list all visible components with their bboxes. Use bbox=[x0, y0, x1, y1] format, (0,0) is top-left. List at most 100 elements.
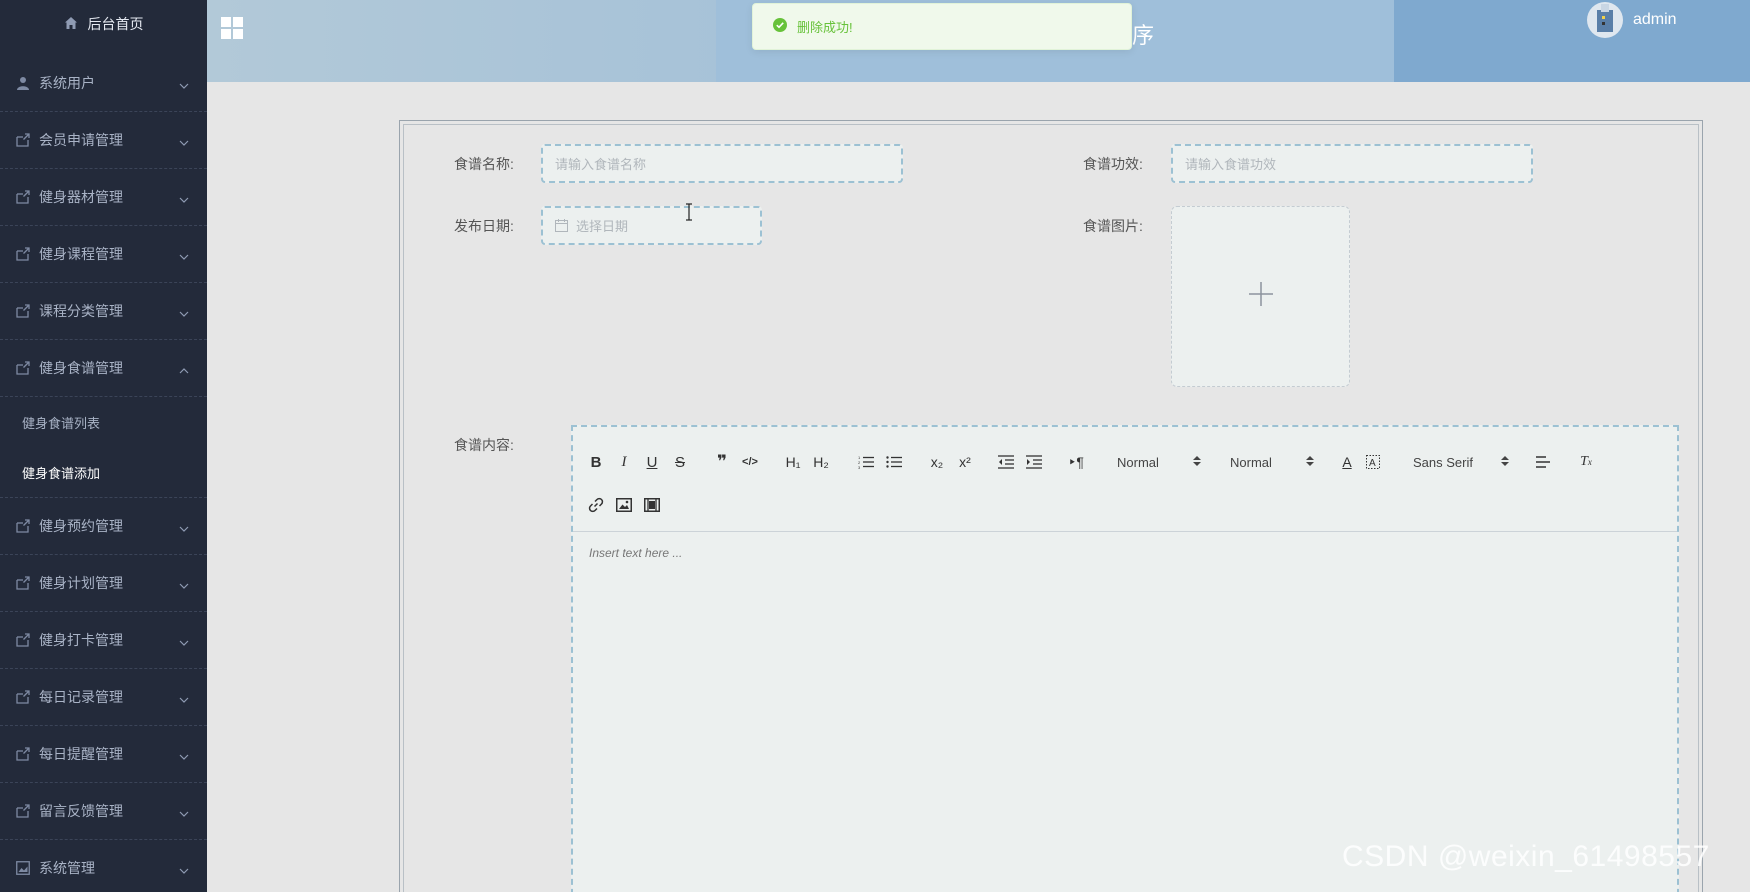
sidebar-home-label: 后台首页 bbox=[87, 16, 144, 32]
sidebar-item[interactable]: 每日提醒管理 bbox=[0, 726, 207, 783]
menu-toggle-icon[interactable] bbox=[221, 17, 243, 39]
chevron-down-icon bbox=[179, 578, 189, 589]
user-icon bbox=[16, 76, 30, 90]
sidebar-subitem-recipe-list[interactable]: 健身食谱列表 bbox=[0, 397, 207, 447]
folder-icon bbox=[16, 361, 30, 375]
sidebar-item[interactable]: 健身器材管理 bbox=[0, 169, 207, 226]
sidebar-item-label: 会员申请管理 bbox=[39, 132, 123, 148]
code-icon[interactable]: </> bbox=[741, 451, 759, 473]
submenu-recipe: 健身食谱列表 健身食谱添加 bbox=[0, 397, 207, 498]
text-direction-icon[interactable]: ‣¶ bbox=[1067, 451, 1085, 473]
user-name[interactable]: admin bbox=[1633, 11, 1677, 29]
editor-content-area[interactable]: Insert text here ... bbox=[573, 532, 1677, 574]
sidebar-item-label: 健身打卡管理 bbox=[39, 632, 123, 648]
check-circle-icon bbox=[773, 18, 787, 35]
subitem-label: 健身食谱列表 bbox=[22, 415, 101, 431]
sidebar-item-label: 每日记录管理 bbox=[39, 689, 123, 705]
success-toast: 删除成功! bbox=[752, 3, 1132, 50]
recipe-name-placeholder: 请输入食谱名称 bbox=[555, 157, 647, 172]
calendar-icon bbox=[555, 219, 568, 232]
indent-icon[interactable] bbox=[1025, 451, 1043, 473]
sidebar-home[interactable]: 后台首页 bbox=[0, 0, 207, 48]
ordered-list-icon[interactable]: 123 bbox=[857, 451, 875, 473]
bold-icon[interactable]: B bbox=[587, 451, 605, 473]
date-label: 发布日期: bbox=[454, 218, 514, 234]
font-select[interactable]: Sans Serif bbox=[1413, 451, 1509, 473]
sidebar-subitem-recipe-add[interactable]: 健身食谱添加 bbox=[0, 447, 207, 497]
sidebar-item-label: 健身课程管理 bbox=[39, 246, 123, 262]
svg-text:A: A bbox=[1369, 458, 1376, 469]
italic-icon[interactable]: I bbox=[615, 451, 633, 473]
sidebar-item-label: 健身预约管理 bbox=[39, 518, 123, 534]
sidebar: 后台首页 系统用户 会员申请管理 健身器材管理 健身课程管理 课程分类管理 健身食谱管理 … bbox=[0, 0, 207, 892]
chevron-down-icon bbox=[179, 78, 189, 89]
background-color-icon[interactable]: A bbox=[1364, 451, 1382, 473]
blockquote-icon[interactable]: ❞ bbox=[713, 451, 731, 473]
sidebar-item[interactable]: 健身预约管理 bbox=[0, 498, 207, 555]
content-label: 食谱内容: bbox=[454, 437, 514, 453]
name-label: 食谱名称: bbox=[454, 156, 514, 172]
clear-format-icon[interactable]: Tx bbox=[1577, 451, 1595, 473]
sidebar-item-label: 系统管理 bbox=[39, 860, 95, 876]
h1-icon[interactable]: H₁ bbox=[783, 451, 803, 473]
avatar[interactable] bbox=[1587, 2, 1623, 38]
sidebar-item[interactable]: 留言反馈管理 bbox=[0, 783, 207, 840]
chevron-up-icon bbox=[179, 363, 189, 374]
image-label: 食谱图片: bbox=[1083, 218, 1143, 234]
watermark: CSDN @weixin_61498557 bbox=[1342, 840, 1710, 873]
link-icon[interactable] bbox=[587, 494, 605, 516]
folder-icon bbox=[16, 304, 30, 318]
plus-icon bbox=[1248, 281, 1274, 312]
recipe-name-input[interactable]: 请输入食谱名称 bbox=[541, 144, 903, 183]
image-insert-icon[interactable] bbox=[615, 494, 633, 516]
header-select[interactable]: Normal bbox=[1117, 451, 1201, 473]
header-select-value: Normal bbox=[1117, 454, 1159, 470]
svg-text:3: 3 bbox=[858, 465, 861, 469]
sidebar-item[interactable]: 会员申请管理 bbox=[0, 112, 207, 169]
chevron-down-icon bbox=[179, 135, 189, 146]
align-icon[interactable] bbox=[1535, 451, 1553, 473]
chevron-down-icon bbox=[179, 749, 189, 760]
superscript-icon[interactable]: x² bbox=[955, 451, 975, 473]
size-select[interactable]: Normal bbox=[1230, 451, 1314, 473]
publish-date-picker[interactable]: 选择日期 bbox=[541, 206, 762, 245]
video-insert-icon[interactable] bbox=[643, 494, 661, 516]
folder-icon bbox=[16, 576, 30, 590]
sidebar-item[interactable]: 健身计划管理 bbox=[0, 555, 207, 612]
sidebar-item[interactable]: 健身食谱管理 bbox=[0, 340, 207, 397]
sidebar-item-label: 课程分类管理 bbox=[39, 303, 123, 319]
folder-icon bbox=[16, 690, 30, 704]
chevron-down-icon bbox=[179, 192, 189, 203]
text-color-icon[interactable]: A bbox=[1338, 451, 1356, 473]
chevron-down-icon bbox=[179, 635, 189, 646]
font-select-value: Sans Serif bbox=[1413, 454, 1473, 470]
folder-icon bbox=[16, 804, 30, 818]
image-upload-box[interactable] bbox=[1171, 206, 1350, 387]
folder-icon bbox=[16, 190, 30, 204]
header-band-right bbox=[1394, 0, 1750, 82]
bullet-list-icon[interactable] bbox=[885, 451, 903, 473]
recipe-effect-input[interactable]: 请输入食谱功效 bbox=[1171, 144, 1533, 183]
select-arrows-icon bbox=[1193, 455, 1201, 470]
sidebar-item-label: 健身计划管理 bbox=[39, 575, 123, 591]
image-icon bbox=[16, 861, 30, 875]
h2-icon[interactable]: H₂ bbox=[811, 451, 831, 473]
folder-icon bbox=[16, 247, 30, 261]
folder-icon bbox=[16, 519, 30, 533]
strike-icon[interactable]: S bbox=[671, 451, 689, 473]
sidebar-item[interactable]: 每日记录管理 bbox=[0, 669, 207, 726]
sidebar-item[interactable]: 课程分类管理 bbox=[0, 283, 207, 340]
chevron-down-icon bbox=[179, 692, 189, 703]
recipe-effect-placeholder: 请输入食谱功效 bbox=[1185, 157, 1277, 172]
sidebar-item[interactable]: 系统用户 bbox=[0, 55, 207, 112]
editor-placeholder: Insert text here ... bbox=[589, 546, 683, 560]
sidebar-item[interactable]: 健身课程管理 bbox=[0, 226, 207, 283]
page-title: 序 bbox=[1132, 23, 1155, 48]
subscript-icon[interactable]: x₂ bbox=[927, 451, 947, 473]
sidebar-item[interactable]: 健身打卡管理 bbox=[0, 612, 207, 669]
folder-icon bbox=[16, 747, 30, 761]
underline-icon[interactable]: U bbox=[643, 451, 661, 473]
outdent-icon[interactable] bbox=[997, 451, 1015, 473]
sidebar-item[interactable]: 系统管理 bbox=[0, 840, 207, 892]
sidebar-item-label: 每日提醒管理 bbox=[39, 746, 123, 762]
